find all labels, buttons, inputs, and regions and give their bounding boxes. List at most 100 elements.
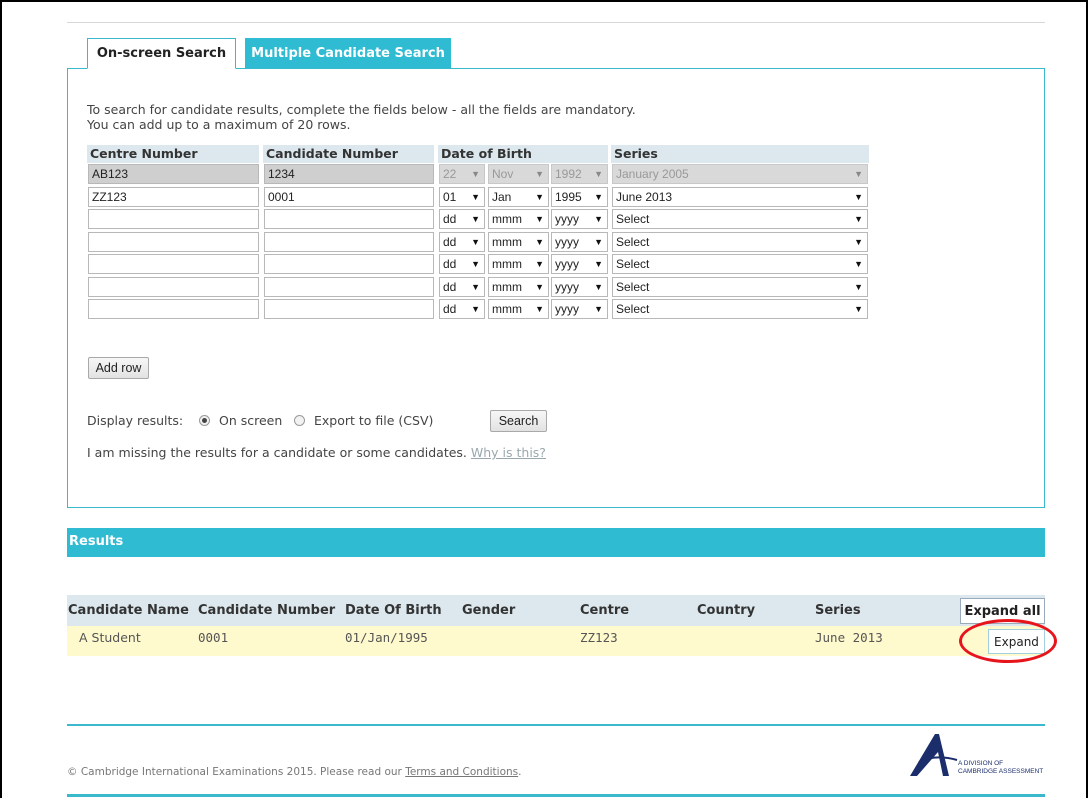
candidate-number-input[interactable] [264,299,434,319]
dropdown-arrow-icon: ▼ [854,237,863,247]
dob-day-select[interactable]: dd ▼ [439,277,485,297]
dob-month-select[interactable]: mmm ▼ [488,299,549,319]
series-select-value: Select [616,257,650,271]
dob-month-select: Nov ▼ [488,164,549,184]
series-select-value: Select [616,280,650,294]
copyright-suffix: . [518,766,522,778]
dob-day-select[interactable]: dd ▼ [439,299,485,319]
footer-bottom-rule [67,794,1045,797]
dob-month-select[interactable]: mmm ▼ [488,209,549,229]
dob-year-select[interactable]: yyyy ▼ [551,277,608,297]
header-candidate-number: Candidate Number [263,145,434,163]
candidate-number-input[interactable] [264,209,434,229]
result-series: June 2013 [808,626,932,656]
dob-month-select-value: Jan [492,190,512,204]
tab-on-screen-search[interactable]: On-screen Search [87,38,236,69]
header-series: Series [611,145,869,163]
result-candidate-name: A Student [67,626,193,656]
radio-on-screen-label: On screen [219,413,283,428]
dropdown-arrow-icon: ▼ [594,192,603,202]
expand-button[interactable]: Expand [988,629,1045,654]
dob-month-select-value: mmm [492,212,522,226]
dropdown-arrow-icon: ▼ [471,192,480,202]
dob-year-select[interactable]: yyyy ▼ [551,254,608,274]
candidate-number-input[interactable] [264,232,434,252]
dropdown-arrow-icon: ▼ [854,169,863,179]
dob-year-select[interactable]: 1995 ▼ [551,187,608,207]
dob-year-select[interactable]: yyyy ▼ [551,232,608,252]
dob-day-select[interactable]: dd ▼ [439,209,485,229]
dropdown-arrow-icon: ▼ [594,304,603,314]
tab-multiple-candidate-search[interactable]: Multiple Candidate Search [245,38,451,69]
series-select-value: Select [616,302,650,316]
dob-year-select[interactable]: yyyy ▼ [551,209,608,229]
dropdown-arrow-icon: ▼ [535,282,544,292]
instructions: To search for candidate results, complet… [87,102,636,132]
centre-number-input: AB123 [88,164,259,184]
series-select[interactable]: Select ▼ [612,209,868,229]
dob-month-select-value: mmm [492,280,522,294]
dob-day-select[interactable]: 01 ▼ [439,187,485,207]
centre-number-input[interactable] [88,277,259,297]
radio-on-screen[interactable] [199,415,210,426]
series-select-value: Select [616,212,650,226]
top-divider [67,22,1045,23]
dropdown-arrow-icon: ▼ [471,282,480,292]
dob-month-select[interactable]: mmm ▼ [488,277,549,297]
centre-number-input[interactable] [88,209,259,229]
dob-year-select-value: yyyy [555,257,579,271]
radio-export-csv[interactable] [294,415,305,426]
header-centre-number: Centre Number [87,145,259,163]
col-candidate-number: Candidate Number [193,595,338,626]
result-country [690,626,808,656]
series-select[interactable]: Select ▼ [612,254,868,274]
logo-line-1: A DIVISION OF [958,760,1004,767]
expand-all-button[interactable]: Expand all [960,598,1045,624]
missing-results-text: I am missing the results for a candidate… [87,445,467,460]
dob-month-select[interactable]: mmm ▼ [488,254,549,274]
dob-day-select-value: dd [443,235,457,249]
radio-export-label: Export to file (CSV) [314,413,434,428]
dropdown-arrow-icon: ▼ [471,304,480,314]
series-select-value: Select [616,235,650,249]
dob-year-select-value: 1992 [555,167,582,181]
centre-number-input[interactable] [88,232,259,252]
dropdown-arrow-icon: ▼ [471,237,480,247]
dropdown-arrow-icon: ▼ [535,214,544,224]
dropdown-arrow-icon: ▼ [594,259,603,269]
centre-number-input[interactable] [88,254,259,274]
dropdown-arrow-icon: ▼ [594,237,603,247]
centre-number-input[interactable]: ZZ123 [88,187,259,207]
dropdown-arrow-icon: ▼ [854,259,863,269]
dob-day-select-value: dd [443,302,457,316]
series-select[interactable]: Select ▼ [612,232,868,252]
dropdown-arrow-icon: ▼ [854,304,863,314]
dob-year-select[interactable]: yyyy ▼ [551,299,608,319]
candidate-number-input[interactable] [264,254,434,274]
dob-day-select-value: dd [443,212,457,226]
why-is-this-link[interactable]: Why is this? [471,445,546,460]
candidate-number-input[interactable] [264,277,434,297]
dob-year-select-value: yyyy [555,235,579,249]
result-gender [455,626,572,656]
search-button[interactable]: Search [490,410,547,432]
series-select[interactable]: Select ▼ [612,277,868,297]
dob-day-select[interactable]: dd ▼ [439,232,485,252]
candidate-number-input[interactable]: 0001 [264,187,434,207]
add-row-button[interactable]: Add row [88,357,149,379]
dob-month-select[interactable]: Jan ▼ [488,187,549,207]
dob-month-select-value: mmm [492,235,522,249]
centre-number-input-value: ZZ123 [92,190,127,204]
series-select[interactable]: Select ▼ [612,299,868,319]
dob-year-select-value: 1995 [555,190,582,204]
terms-link[interactable]: Terms and Conditions [405,766,518,778]
dob-month-select[interactable]: mmm ▼ [488,232,549,252]
series-select[interactable]: June 2013 ▼ [612,187,868,207]
dropdown-arrow-icon: ▼ [854,192,863,202]
centre-number-input[interactable] [88,299,259,319]
dob-day-select-value: 22 [443,167,457,181]
dropdown-arrow-icon: ▼ [471,214,480,224]
dob-day-select[interactable]: dd ▼ [439,254,485,274]
dob-day-select: 22 ▼ [439,164,485,184]
dob-year-select-value: yyyy [555,212,579,226]
